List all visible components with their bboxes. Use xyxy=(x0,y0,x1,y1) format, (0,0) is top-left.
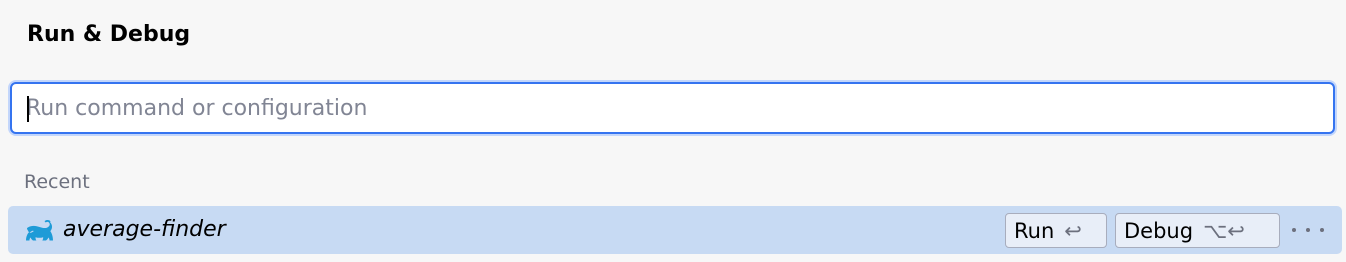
recent-section-label: Recent xyxy=(24,171,90,193)
debug-button-label: Debug xyxy=(1124,218,1194,243)
search-field[interactable] xyxy=(10,82,1335,134)
gradle-elephant-icon xyxy=(26,219,53,241)
configuration-name: average-finder xyxy=(63,217,226,242)
dot xyxy=(1320,228,1324,232)
search-input[interactable] xyxy=(26,84,1323,132)
dot xyxy=(1306,228,1310,232)
more-options-icon[interactable] xyxy=(1292,216,1324,244)
page-title: Run & Debug xyxy=(27,22,191,47)
text-caret xyxy=(27,96,29,122)
run-button[interactable]: Run ↩ xyxy=(1005,213,1107,248)
return-key-icon: ↩ xyxy=(1064,218,1082,243)
run-button-label: Run xyxy=(1014,218,1055,243)
list-item-average-finder[interactable]: average-finder Run ↩ Debug ⌥↩ xyxy=(8,206,1342,254)
dot xyxy=(1292,228,1296,232)
option-return-key-icon: ⌥↩ xyxy=(1203,218,1245,243)
debug-button[interactable]: Debug ⌥↩ xyxy=(1115,213,1280,248)
